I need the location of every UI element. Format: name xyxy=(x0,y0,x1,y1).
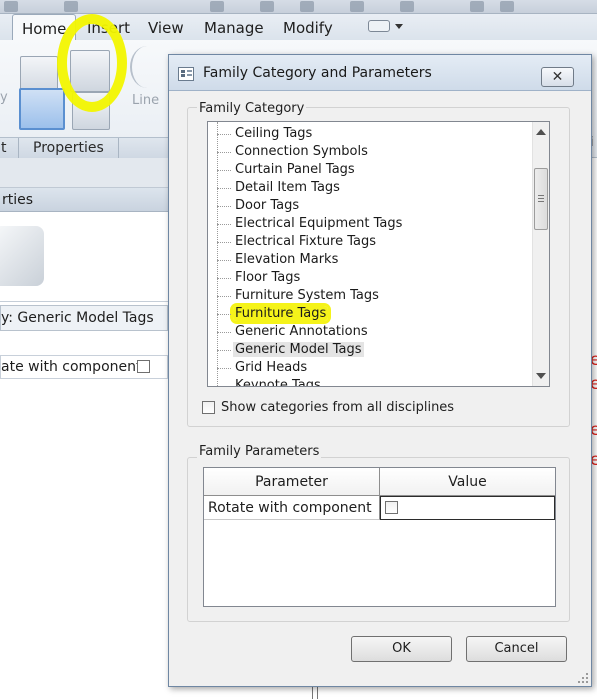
family-parameters-label: Family Parameters xyxy=(197,444,322,459)
text-icon[interactable] xyxy=(300,1,314,12)
line-tool-icon[interactable] xyxy=(130,46,164,88)
column-header-value[interactable]: Value xyxy=(380,468,555,496)
type-preview-image xyxy=(0,226,44,286)
list-item[interactable]: Electrical Fixture Tags xyxy=(217,233,378,251)
list-item[interactable]: Door Tags xyxy=(217,197,301,215)
canvas-line xyxy=(312,686,318,699)
family-category-dialog: Family Category and Parameters ✕ Family … xyxy=(168,54,592,687)
properties-param-row: ate with component xyxy=(0,355,168,379)
rotate-with-component-checkbox[interactable] xyxy=(385,501,398,514)
chevron-down-icon[interactable] xyxy=(395,24,403,29)
quick-access-toolbar xyxy=(0,0,597,14)
listbox-scrollbar[interactable] xyxy=(532,122,549,386)
panel-label-properties: Properties xyxy=(33,140,104,156)
ribbon-minimize-icon[interactable] xyxy=(368,20,390,32)
show-all-disciplines-checkbox[interactable] xyxy=(202,401,215,414)
line-tool-label: Line xyxy=(132,93,160,108)
list-item[interactable]: Electrical Equipment Tags xyxy=(217,215,404,233)
list-item[interactable]: Curtain Panel Tags xyxy=(217,161,357,179)
options-bar xyxy=(0,158,168,188)
table-row-value-cell[interactable] xyxy=(380,496,555,520)
properties-title: rties xyxy=(2,192,34,208)
dialog-titlebar[interactable]: Family Category and Parameters ✕ xyxy=(169,55,591,91)
window-icon[interactable] xyxy=(500,1,514,12)
yellow-highlight-circle xyxy=(57,14,127,112)
panel-label-cut: t xyxy=(1,140,7,156)
close-icon: ✕ xyxy=(551,69,564,85)
properties-header: rties xyxy=(0,188,168,212)
properties-param-checkbox[interactable] xyxy=(137,360,150,373)
list-item[interactable]: Detail Item Tags xyxy=(217,179,342,197)
scroll-thumb-icon[interactable] xyxy=(534,168,548,230)
type-preview xyxy=(0,212,168,302)
type-selector[interactable]: y: Generic Model Tags xyxy=(0,305,168,331)
cancel-button[interactable]: Cancel xyxy=(466,636,567,662)
table-row-parameter-cell: Rotate with component xyxy=(204,496,380,520)
panel-separator xyxy=(118,138,119,159)
measure-icon[interactable] xyxy=(210,1,224,12)
list-item[interactable]: Grid Heads xyxy=(217,359,309,377)
tab-manage[interactable]: Manage xyxy=(195,14,273,40)
scroll-up-icon[interactable] xyxy=(536,129,546,135)
list-item-selected[interactable]: Generic Model Tags xyxy=(217,341,364,359)
ok-button[interactable]: OK xyxy=(351,636,452,662)
list-item-highlighted[interactable]: Furniture Tags xyxy=(217,305,329,323)
properties-param-label: ate with component xyxy=(1,359,142,375)
list-item[interactable]: Generic Annotations xyxy=(217,323,370,341)
list-item[interactable]: Keynote Tags xyxy=(217,377,323,386)
save-icon[interactable] xyxy=(4,1,18,12)
resize-grip-icon[interactable] xyxy=(578,673,588,683)
column-header-parameter[interactable]: Parameter xyxy=(204,468,380,496)
undo-icon[interactable] xyxy=(64,1,78,12)
family-category-label: Family Category xyxy=(197,101,307,116)
dialog-title: Family Category and Parameters xyxy=(203,65,432,81)
tab-view[interactable]: View xyxy=(139,14,193,40)
list-item[interactable]: Elevation Marks xyxy=(217,251,340,269)
panel-separator xyxy=(18,138,19,159)
view-icon[interactable] xyxy=(350,1,364,12)
close-button[interactable]: ✕ xyxy=(541,67,574,87)
list-item[interactable]: Floor Tags xyxy=(217,269,302,287)
scroll-down-icon[interactable] xyxy=(536,373,546,379)
list-item[interactable]: Ceiling Tags xyxy=(217,125,314,143)
list-item[interactable]: Furniture System Tags xyxy=(217,287,381,305)
ribbon-panel-labels: t Properties xyxy=(0,137,168,159)
show-all-disciplines-label: Show categories from all disciplines xyxy=(221,400,455,415)
type-selector-label: y: Generic Model Tags xyxy=(1,310,154,326)
ribbon-cut-label: y xyxy=(0,90,8,105)
project-browser-area xyxy=(0,379,168,699)
tag-icon[interactable] xyxy=(260,1,274,12)
category-listbox[interactable]: Ceiling Tags Connection Symbols Curtain … xyxy=(207,121,550,387)
parameters-grid: Parameter Value Rotate with component xyxy=(203,467,556,607)
list-item[interactable]: Connection Symbols xyxy=(217,143,370,161)
close-inactive-icon[interactable] xyxy=(470,1,484,12)
family-properties-icon[interactable] xyxy=(19,88,65,130)
family-dialog-icon xyxy=(178,67,194,81)
tab-modify[interactable]: Modify xyxy=(274,14,342,40)
pin-icon[interactable] xyxy=(400,1,414,12)
